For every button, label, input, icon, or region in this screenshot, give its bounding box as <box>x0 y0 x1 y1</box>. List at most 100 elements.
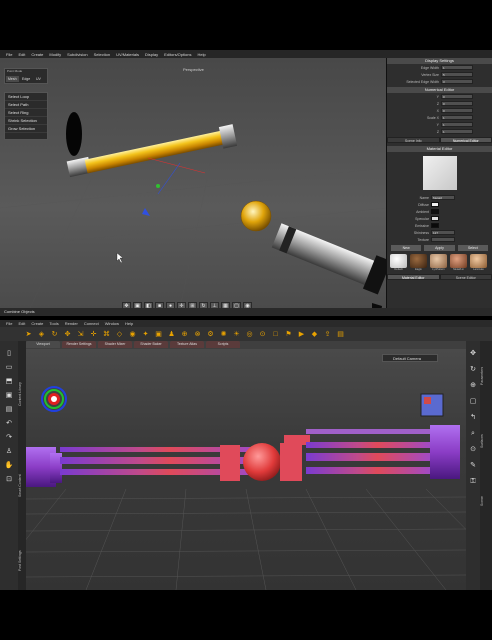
uv-mode-button[interactable]: UV <box>34 76 43 82</box>
edge-width-field[interactable]: 1 <box>441 65 473 70</box>
redo-icon[interactable]: ↷ <box>4 433 14 443</box>
tab-parameters[interactable]: Parameters <box>480 351 488 401</box>
zoom-icon[interactable]: ⊕ <box>468 381 478 391</box>
material-eagle-thumb[interactable] <box>410 254 427 268</box>
emissive-swatch[interactable] <box>431 223 439 228</box>
open-file-icon[interactable]: ▭ <box>4 363 14 373</box>
select-ring-button[interactable]: Select Ring <box>5 109 47 117</box>
iray-icon[interactable]: ◆ <box>310 330 319 339</box>
search-icon[interactable]: ⌕ <box>468 429 478 439</box>
tab-shader-baker[interactable]: Shader Baker <box>134 341 168 348</box>
geometry-editor-icon[interactable]: ◇ <box>115 330 124 339</box>
joint-editor-icon[interactable]: ⌘ <box>102 330 111 339</box>
undo-icon[interactable]: ↶ <box>4 419 14 429</box>
menu-selection[interactable]: Selection <box>94 52 110 57</box>
scale-tool-icon[interactable]: ⇲ <box>76 330 85 339</box>
surface-selection-icon[interactable]: ◉ <box>128 330 137 339</box>
tab-material-editor[interactable]: Material Editor <box>387 274 440 280</box>
material-default-thumb[interactable] <box>390 254 407 268</box>
num-field-x[interactable]: 0 <box>441 108 473 113</box>
camera-select-dropdown[interactable]: Default Camera <box>382 354 438 362</box>
null-icon[interactable]: ⊙ <box>258 330 267 339</box>
new-material-button[interactable]: New <box>391 245 422 251</box>
export-icon[interactable]: ⇪ <box>323 330 332 339</box>
num-field-z[interactable]: 0 <box>441 101 473 106</box>
tab-scene-editor[interactable]: Scene Editor <box>439 274 492 280</box>
num-field-y[interactable]: 0 <box>441 94 473 99</box>
spot-render-icon[interactable]: ✦ <box>141 330 150 339</box>
orbit-icon[interactable]: ↻ <box>468 365 478 375</box>
tab-numerical-editor[interactable]: Numerical Editor <box>439 137 492 143</box>
tab-smart-content[interactable]: Smart Content <box>18 451 26 521</box>
lock-icon[interactable]: ⊡ <box>4 475 14 485</box>
point-light-icon[interactable]: ✺ <box>219 330 228 339</box>
shininess-field[interactable]: 127 <box>431 230 455 235</box>
rotate-tool-icon[interactable]: ↻ <box>50 330 59 339</box>
menu-subdivision[interactable]: Subdivision <box>67 52 87 57</box>
material-lynpattern-thumb[interactable] <box>430 254 447 268</box>
save-render-icon[interactable]: ▤ <box>336 330 345 339</box>
menu-create[interactable]: Create <box>31 52 43 57</box>
hand-icon[interactable]: ✋ <box>4 461 14 471</box>
specular-swatch[interactable] <box>431 216 439 221</box>
tab-scripts[interactable]: Scripts <box>206 341 240 348</box>
menu-window[interactable]: Window <box>105 321 119 326</box>
menu-file[interactable]: File <box>6 52 12 57</box>
frame-icon[interactable]: ▢ <box>468 397 478 407</box>
node-weight-icon[interactable]: ⊗ <box>193 330 202 339</box>
material-metal-thumb[interactable] <box>450 254 467 268</box>
region-nav-icon[interactable]: ▣ <box>154 330 163 339</box>
num-field-scale-x[interactable]: 1 <box>441 115 473 120</box>
translate-tool-icon[interactable]: ✥ <box>63 330 72 339</box>
node-select-icon[interactable]: ◈ <box>37 330 46 339</box>
tab-viewport[interactable]: Viewport <box>26 341 60 348</box>
bottom-3d-viewport[interactable]: Default Camera <box>26 349 466 590</box>
selected-edge-width-field[interactable]: 3 <box>441 79 473 84</box>
menu-modify[interactable]: Modify <box>49 52 61 57</box>
menu-editors-options[interactable]: Editors/Options <box>164 52 191 57</box>
shrink-selection-button[interactable]: Shrink Selection <box>5 117 47 125</box>
aim-icon[interactable]: ⊙ <box>468 445 478 455</box>
active-pose-icon[interactable]: ♟ <box>167 330 176 339</box>
save-icon[interactable]: ▣ <box>4 391 14 401</box>
select-material-button[interactable]: Select <box>457 245 488 251</box>
spotlight-icon[interactable]: ☀ <box>232 330 241 339</box>
figure-icon[interactable]: ♙ <box>4 447 14 457</box>
mesh-mode-button[interactable]: Mesh <box>6 76 19 82</box>
pointer-tool-icon[interactable]: ➤ <box>24 330 33 339</box>
menu-tools[interactable]: Tools <box>49 321 58 326</box>
num-field-scale-z[interactable]: 1 <box>441 129 473 134</box>
tab-texture-atlas[interactable]: Texture Atlas <box>170 341 204 348</box>
menu-help[interactable]: Help <box>197 52 205 57</box>
menu-create[interactable]: Create <box>31 321 43 326</box>
vertex-size-field[interactable]: 5 <box>441 72 473 77</box>
select-path-button[interactable]: Select Path <box>5 101 47 109</box>
tab-scene[interactable]: Scene <box>480 481 488 521</box>
tab-content-library[interactable]: Content Library <box>18 349 26 439</box>
navigation-gizmo-icon[interactable] <box>41 386 67 412</box>
menu-file[interactable]: File <box>6 321 12 326</box>
num-field-scale-y[interactable]: 1 <box>441 122 473 127</box>
render-settings-icon[interactable]: ⚑ <box>284 330 293 339</box>
menu-edit[interactable]: Edit <box>18 321 25 326</box>
brush-icon[interactable]: ✎ <box>468 461 478 471</box>
render-icon[interactable]: ▶ <box>297 330 306 339</box>
select-loop-button[interactable]: Select Loop <box>5 93 47 101</box>
menu-help[interactable]: Help <box>125 321 133 326</box>
perspective-viewport[interactable]: Perspective Point Mode Mesh Edge UV Sele… <box>0 58 392 320</box>
bend-icon[interactable]: ↰ <box>468 413 478 423</box>
menu-edit[interactable]: Edit <box>18 52 25 57</box>
property-icon[interactable]: ⚙ <box>206 330 215 339</box>
material-name-field[interactable]: Metal2 <box>431 195 455 200</box>
menu-display[interactable]: Display <box>145 52 158 57</box>
menu-render[interactable]: Render <box>65 321 78 326</box>
material-laminate-thumb[interactable] <box>470 254 487 268</box>
universal-tool-icon[interactable]: ✛ <box>89 330 98 339</box>
camera-create-icon[interactable]: ◎ <box>245 330 254 339</box>
tab-post-settings[interactable]: Post Settings <box>18 536 26 586</box>
merge-icon[interactable]: ⬒ <box>4 377 14 387</box>
key-icon[interactable]: ⚿ <box>468 477 478 487</box>
ambient-swatch[interactable] <box>431 209 439 214</box>
texture-field[interactable] <box>431 237 455 242</box>
menu-uv-materials[interactable]: UV/Materials <box>116 52 139 57</box>
